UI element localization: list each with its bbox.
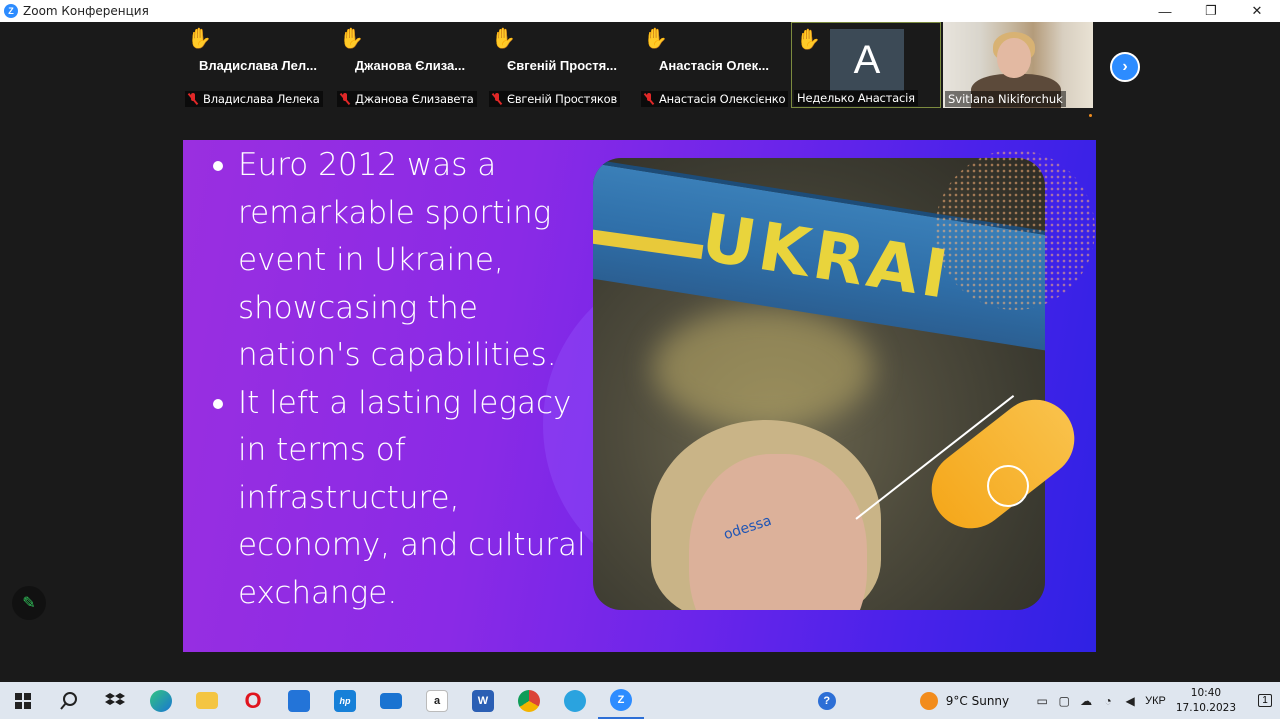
chevron-right-icon: › (1122, 58, 1128, 75)
file-explorer-icon[interactable] (184, 682, 230, 719)
system-tray: ? 9°C Sunny ▭ ▢ ☁ ◔ ◀ УКР 10:40 17.10.20… (817, 682, 1280, 719)
opera-icon[interactable]: O (230, 682, 276, 719)
mic-muted-icon (644, 93, 654, 105)
edge-icon[interactable] (138, 682, 184, 719)
weather-text[interactable]: 9°C Sunny (946, 694, 1009, 708)
participant-display-name: Євгеній Простя... (506, 58, 618, 73)
raised-hand-icon: ✋ (796, 29, 821, 51)
participant-tile[interactable]: ✋ Анастасія Олек... Анастасія Олексієнко (639, 22, 789, 108)
raised-hand-icon: ✋ (339, 28, 364, 50)
onedrive-icon[interactable]: ☁ (1075, 694, 1097, 708)
maximize-button[interactable]: ❐ (1188, 0, 1234, 22)
meeting-area: ✋ Владислава Лел... Владислава Лелека ✋ … (0, 22, 1280, 682)
participant-name: Євгеній Простяков (507, 92, 618, 106)
store-glyph (288, 689, 310, 712)
participant-display-name: Анастасія Олек... (659, 58, 769, 73)
zoom-taskbar-icon[interactable]: Z (598, 682, 644, 719)
mic-muted-icon (492, 93, 502, 105)
participant-caption: Неделько Анастасія (794, 90, 918, 106)
participant-video-tile[interactable]: Svitlana Nikiforchuk (943, 22, 1093, 108)
input-language[interactable]: УКР (1145, 695, 1166, 707)
close-button[interactable]: ✕ (1234, 0, 1280, 22)
participant-tile-active-speaker[interactable]: ✋ A Неделько Анастасія (791, 22, 941, 108)
slide-bullet: Euro 2012 was a remarkable sporting even… (213, 142, 593, 380)
mail-icon[interactable] (368, 682, 414, 719)
participant-caption: Євгеній Простяков (489, 91, 621, 107)
minimize-button[interactable]: — (1142, 0, 1188, 22)
windows-start-icon[interactable] (0, 682, 46, 719)
window-controls: — ❐ ✕ (1142, 0, 1280, 22)
indicator-dot (1089, 114, 1092, 117)
volume-icon[interactable]: ◀ (1119, 694, 1141, 708)
slide-bullet: It left a lasting legacy in terms of inf… (213, 380, 593, 618)
dropbox-icon[interactable] (92, 682, 138, 719)
opera-glyph: O (244, 687, 262, 713)
clock[interactable]: 10:40 17.10.2023 (1176, 686, 1236, 716)
participant-display-name: Джанова Єлиза... (354, 58, 466, 73)
myhp-icon[interactable]: hp (322, 682, 368, 719)
raised-hand-icon: ✋ (491, 28, 516, 50)
folder-glyph (196, 692, 218, 709)
raised-hand-icon: ✋ (187, 28, 212, 50)
word-icon[interactable]: W (460, 682, 506, 719)
participant-name: Владислава Лелека (203, 92, 320, 106)
decorative-dot-pattern (935, 150, 1095, 310)
participant-name: Анастасія Олексієнко (659, 92, 786, 106)
pencil-icon: ✎ (22, 595, 36, 612)
amazon-glyph: a (426, 689, 448, 712)
myhp-glyph: hp (334, 689, 356, 712)
annotate-button[interactable]: ✎ (12, 586, 46, 620)
telegram-glyph (564, 689, 586, 712)
participant-tile[interactable]: ✋ Євгеній Простя... Євгеній Простяков (487, 22, 637, 108)
video-person-face (997, 38, 1031, 78)
decorative-cylinder-shape (855, 384, 1093, 545)
meet-now-icon[interactable]: ▢ (1053, 694, 1075, 708)
telegram-icon[interactable] (552, 682, 598, 719)
participant-caption: Джанова Єлизавета (337, 91, 477, 107)
amazon-icon[interactable]: a (414, 682, 460, 719)
chrome-icon[interactable] (506, 682, 552, 719)
next-page-button[interactable]: › (1110, 52, 1140, 82)
participant-tile[interactable]: ✋ Владислава Лел... Владислава Лелека (183, 22, 333, 108)
raised-hand-icon: ✋ (643, 28, 668, 50)
shared-screen-slide: Euro 2012 was a remarkable sporting even… (183, 140, 1096, 652)
avatar: A (830, 29, 904, 91)
search-icon[interactable] (46, 682, 92, 719)
photo-bokeh (653, 308, 873, 428)
participant-name: Джанова Єлизавета (355, 92, 474, 106)
help-icon[interactable]: ? (817, 691, 840, 710)
microsoft-store-icon[interactable] (276, 682, 322, 719)
edge-glyph (150, 689, 172, 712)
zoom-logo-icon: Z (4, 4, 18, 18)
chrome-glyph (518, 689, 540, 712)
participant-display-name: Владислава Лел... (199, 58, 317, 73)
notification-center-icon[interactable]: 1 (1250, 682, 1280, 719)
participant-name: Svitlana Nikiforchuk (945, 91, 1066, 107)
wifi-icon[interactable]: ◔ (1097, 694, 1119, 708)
zoom-glyph: Z (610, 688, 632, 711)
weather-sun-icon[interactable] (919, 691, 938, 710)
cylinder-ring (987, 465, 1029, 507)
battery-icon[interactable]: ▭ (1031, 694, 1053, 708)
participant-tile[interactable]: ✋ Джанова Єлиза... Джанова Єлизавета (335, 22, 485, 108)
notification-count: 1 (1258, 694, 1272, 707)
clock-date: 17.10.2023 (1175, 701, 1236, 714)
title-bar: Z Zoom Конференция — ❐ ✕ (0, 0, 1280, 22)
word-glyph: W (472, 689, 494, 712)
participant-caption: Владислава Лелека (185, 91, 323, 107)
participant-strip: ✋ Владислава Лел... Владислава Лелека ✋ … (183, 22, 1093, 110)
cylinder-body (915, 384, 1091, 544)
windows-taskbar: O hp a W Z ? 9°C Sunny ▭ ▢ ☁ ◔ ◀ УКР 10:… (0, 682, 1280, 719)
clock-time: 10:40 (1190, 686, 1222, 699)
mail-glyph (380, 692, 402, 709)
participant-name: Неделько Анастасія (797, 91, 915, 105)
mic-muted-icon (340, 93, 350, 105)
window-title: Zoom Конференция (23, 4, 149, 18)
slide-bullet-list: Euro 2012 was a remarkable sporting even… (213, 142, 593, 617)
mic-muted-icon (188, 93, 198, 105)
participant-caption: Анастасія Олексієнко (641, 91, 789, 107)
